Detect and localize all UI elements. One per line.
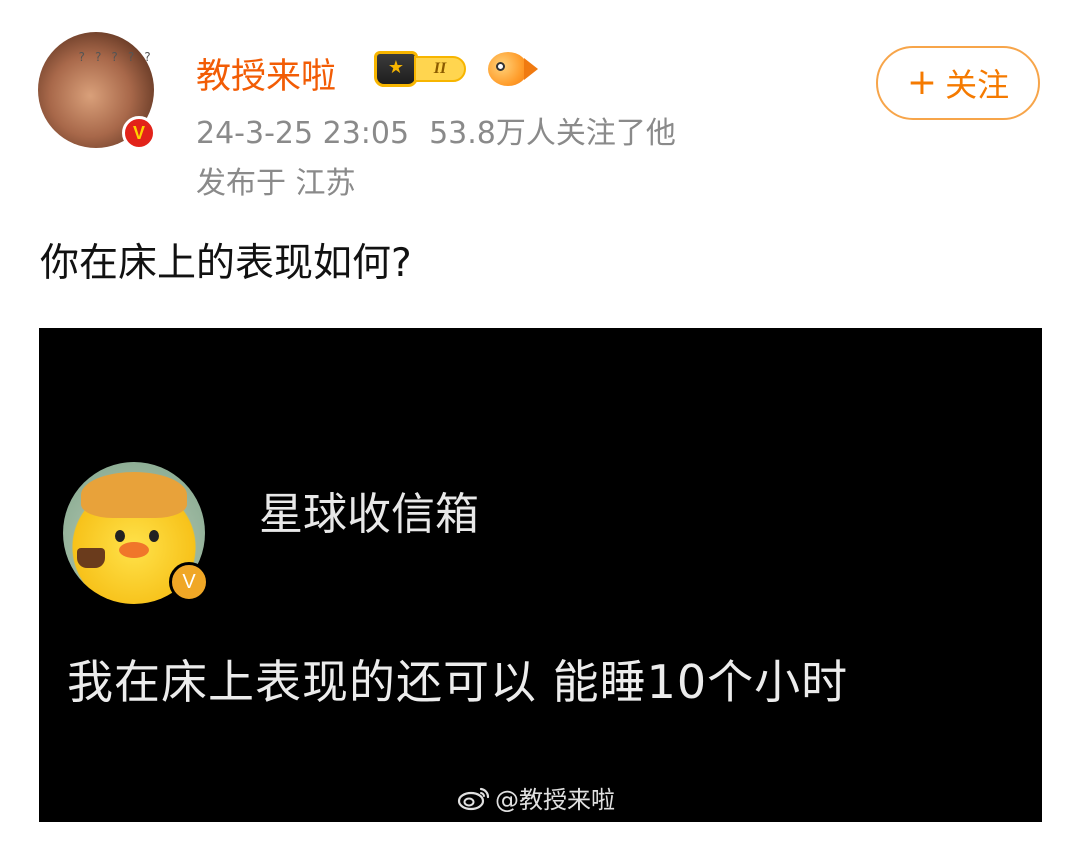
level-number: II (414, 56, 466, 82)
watermark-text: @教授来啦 (495, 786, 615, 814)
media-quote-text: 我在床上表现的还可以 能睡10个小时 (67, 655, 849, 709)
plus-icon: + (906, 62, 938, 103)
post-meta: 24-3-25 23:05 53.8万人关注了他 (196, 108, 696, 152)
crown-icon: ★ (374, 51, 418, 87)
pipe-icon (77, 548, 105, 568)
follow-button-label: 关注 (945, 66, 1010, 104)
hat-shape (81, 472, 187, 518)
weibo-icon (457, 787, 490, 810)
post-image[interactable]: V 星球收信箱 我在床上表现的还可以 能睡10个小时 @教授来啦 (39, 328, 1042, 822)
post-location: 发布于 江苏 (196, 166, 356, 201)
verified-badge-icon: V (169, 562, 209, 602)
author-avatar[interactable]: ? ? ? ? ? V (38, 32, 156, 150)
level-badge[interactable]: ★ II (374, 50, 466, 88)
author-name[interactable]: 教授来啦 (196, 48, 336, 99)
post-timestamp: 24-3-25 23:05 (196, 116, 410, 151)
post-content: 你在床上的表现如何? (40, 241, 412, 286)
duck-beak (119, 542, 149, 558)
watermark: @教授来啦 (457, 780, 615, 815)
follower-count: 53.8万人关注了他 (429, 116, 676, 151)
verified-badge-icon: V (122, 116, 156, 150)
duck-eye-right (149, 530, 159, 542)
duck-eye-left (115, 530, 125, 542)
fish-emoji-icon (488, 52, 538, 86)
follow-button[interactable]: + 关注 (876, 46, 1040, 120)
media-account-name: 星球收信箱 (259, 489, 479, 540)
avatar-question-marks: ? ? ? ? ? (78, 50, 153, 64)
